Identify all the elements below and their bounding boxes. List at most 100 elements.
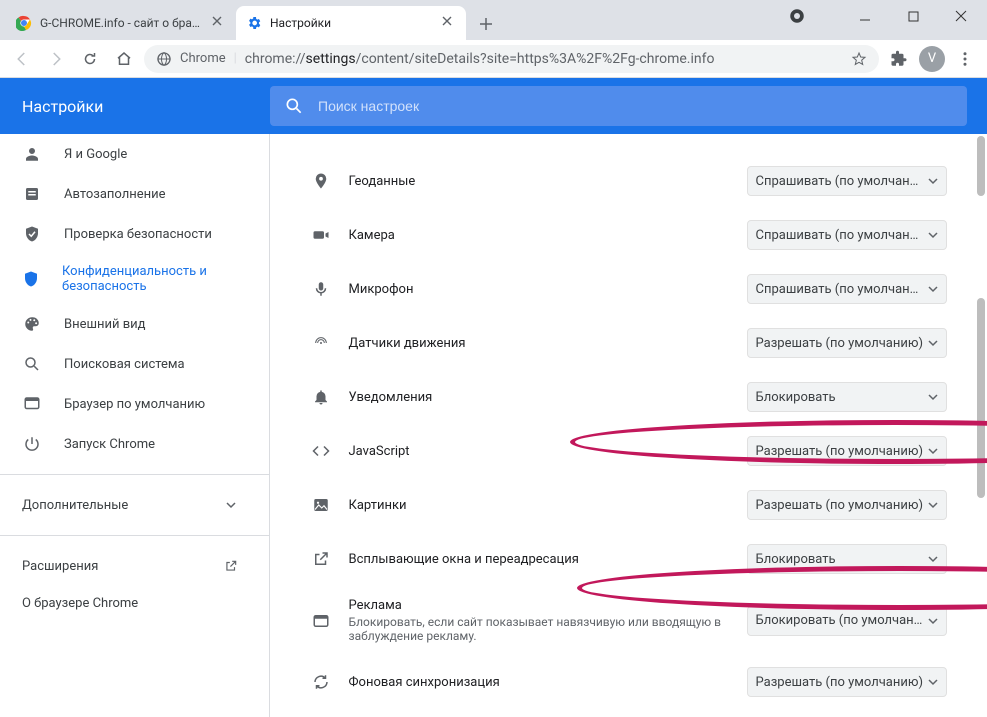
settings-search-input[interactable] (318, 98, 953, 114)
menu-button[interactable] (951, 45, 979, 73)
permission-label: Картинки (349, 498, 729, 513)
url-scheme-label: Chrome (180, 51, 226, 66)
permission-row-images: Картинки Разрешать (по умолчанию) (299, 478, 959, 532)
page: Настройки Я и Google Автозаполнение Провер… (0, 78, 987, 717)
permission-value: Разрешать (по умолчанию) (756, 675, 924, 690)
permission-row-sound: ЗвукАвтоматически (по умолчанию) (299, 709, 959, 717)
nav-forward-button[interactable] (42, 45, 70, 73)
permission-label: Всплывающие окна и переадресация (349, 552, 729, 567)
permission-label: JavaScript (349, 444, 729, 459)
bell-icon (311, 387, 331, 407)
maximize-button[interactable] (899, 6, 927, 26)
sidebar-item-label: Запуск Chrome (64, 437, 155, 452)
settings-content: ГеоданныеСпрашивать (по умолчанию)Камера… (270, 78, 987, 717)
tab-label: Настройки (270, 16, 434, 30)
omnibox[interactable]: Chrome | chrome://settings/content/siteD… (144, 45, 879, 73)
permission-select-notifications[interactable]: Блокировать (747, 382, 947, 412)
permission-row-popups: Всплывающие окна и переадресация Блокиров… (299, 532, 959, 586)
minimize-button[interactable] (851, 6, 879, 26)
sidebar-item-label: Конфиденциальность и безопасность (62, 264, 247, 294)
reload-button[interactable] (76, 45, 104, 73)
sidebar-item-label: Я и Google (64, 147, 127, 162)
profile-avatar[interactable]: V (919, 46, 945, 72)
permission-value: Блокировать (756, 390, 836, 405)
person-icon (22, 144, 42, 164)
close-tab-icon[interactable] (212, 16, 226, 30)
sidebar-item-autofill[interactable]: Автозаполнение (0, 174, 269, 214)
permission-select-ads[interactable]: Блокировать (по умолчанию) (747, 606, 947, 636)
caret-down-icon (928, 392, 938, 402)
code-icon (311, 441, 331, 461)
caret-down-icon (928, 616, 938, 626)
page-scrollbar[interactable] (977, 136, 985, 196)
sidebar-item-startup[interactable]: Запуск Chrome (0, 424, 269, 464)
autofill-icon (22, 184, 42, 204)
content-scrollbar[interactable] (977, 298, 985, 498)
extensions-button[interactable] (885, 45, 913, 73)
permission-value: Блокировать (756, 552, 836, 567)
caret-down-icon (928, 677, 938, 687)
settings-header: Настройки (0, 78, 987, 134)
sidebar-item-advanced[interactable]: Дополнительные (0, 485, 269, 525)
ads-icon (311, 611, 331, 631)
permission-value: Спрашивать (по умолчанию) (756, 228, 924, 243)
permission-select-motion[interactable]: Разрешать (по умолчанию) (747, 328, 947, 358)
home-button[interactable] (110, 45, 138, 73)
palette-icon (22, 314, 42, 334)
permission-select-mic[interactable]: Спрашивать (по умолчанию) (747, 274, 947, 304)
settings-title: Настройки (0, 97, 270, 116)
tab-label: G-CHROME.info - сайт о браузе (40, 16, 204, 30)
caret-down-icon (928, 176, 938, 186)
sidebar-item-safety[interactable]: Проверка безопасности (0, 214, 269, 254)
caret-down-icon (928, 284, 938, 294)
sidebar-item-default[interactable]: Браузер по умолчанию (0, 384, 269, 424)
new-tab-button[interactable] (472, 10, 500, 38)
permission-row-camera: Камера Спрашивать (по умолчанию) (299, 208, 959, 262)
permission-row-ads: РекламаБлокировать, если сайт показывает… (299, 586, 959, 655)
bookmark-star-icon[interactable] (851, 51, 867, 67)
permission-select-popups[interactable]: Блокировать (747, 544, 947, 574)
close-tab-icon[interactable] (442, 16, 456, 30)
permission-select-sync[interactable]: Разрешать (по умолчанию) (747, 667, 947, 697)
sidebar-item-search[interactable]: Поисковая система (0, 344, 269, 384)
permission-row-mic: МикрофонСпрашивать (по умолчанию) (299, 262, 959, 316)
nav-back-button[interactable] (8, 45, 36, 73)
close-window-button[interactable] (947, 6, 975, 26)
sidebar-item-label: Расширения (22, 559, 98, 574)
sync-icon (311, 672, 331, 692)
site-info-icon[interactable] (156, 51, 172, 67)
browser-tab-active[interactable]: Настройки (236, 6, 466, 40)
permission-value: Спрашивать (по умолчанию) (756, 282, 924, 297)
browser-tab-inactive[interactable]: G-CHROME.info - сайт о браузе (6, 6, 236, 40)
permission-value: Разрешать (по умолчанию) (756, 498, 924, 513)
permission-label: РекламаБлокировать, если сайт показывает… (349, 598, 729, 643)
permission-sublabel: Блокировать, если сайт показывает навязч… (349, 615, 729, 643)
permission-row-location: Геоданные Спрашивать (по умолчанию) (299, 154, 959, 208)
sidebar-item-appearance[interactable]: Внешний вид (0, 304, 269, 344)
open-external-icon (221, 556, 241, 576)
permission-value: Разрешать (по умолчанию) (756, 444, 924, 459)
search-icon (22, 354, 42, 374)
sidebar-item-about[interactable]: О браузере Chrome (0, 586, 269, 621)
permission-select-camera[interactable]: Спрашивать (по умолчанию) (747, 220, 947, 250)
profile-indicator-icon[interactable] (783, 6, 811, 26)
permission-label: Камера (349, 228, 729, 243)
permission-row-javascript: JavaScript Разрешать (по умолчанию) (299, 424, 959, 478)
permission-select-images[interactable]: Разрешать (по умолчанию) (747, 490, 947, 520)
sidebar-item-privacy[interactable]: Конфиденциальность и безопасность (0, 254, 269, 304)
camera-icon (311, 225, 331, 245)
sidebar-item-you-and-google[interactable]: Я и Google (0, 134, 269, 174)
permission-value: Разрешать (по умолчанию) (756, 336, 924, 351)
permission-label: Геоданные (349, 174, 729, 189)
address-bar: Chrome | chrome://settings/content/siteD… (0, 40, 987, 78)
permission-select-javascript[interactable]: Разрешать (по умолчанию) (747, 436, 947, 466)
permission-label: Уведомления (349, 390, 729, 405)
permission-label: Датчики движения (349, 336, 729, 351)
permission-value: Спрашивать (по умолчанию) (756, 174, 924, 189)
popup-icon (311, 549, 331, 569)
permission-select-location[interactable]: Спрашивать (по умолчанию) (747, 166, 947, 196)
sidebar-item-extensions[interactable]: Расширения (0, 546, 269, 586)
settings-search[interactable] (270, 86, 967, 126)
sidebar-item-label: Проверка безопасности (64, 227, 212, 242)
window-controls (771, 0, 987, 32)
